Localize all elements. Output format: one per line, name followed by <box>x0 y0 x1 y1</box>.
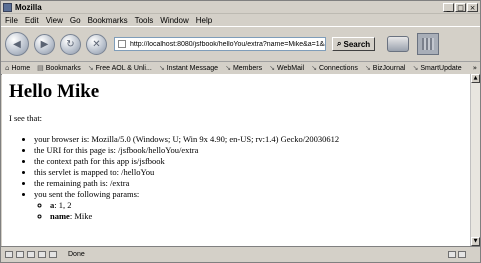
menu-bookmarks[interactable]: Bookmarks <box>88 16 128 25</box>
status-text: Done <box>68 251 85 258</box>
menu-view[interactable]: View <box>46 16 63 25</box>
status-indicators <box>448 251 468 258</box>
menu-edit[interactable]: Edit <box>25 16 39 25</box>
stop-icon: ✕ <box>92 38 101 50</box>
back-button[interactable]: ◀ <box>5 32 29 56</box>
params-list: a: 1, 2 name: Mike <box>34 200 470 222</box>
vertical-scrollbar[interactable]: ▲ ▼ <box>470 74 480 246</box>
reload-button[interactable]: ↻ <box>60 33 81 55</box>
bookmark-label: Members <box>232 64 263 72</box>
back-arrow-icon: ◀ <box>13 38 21 50</box>
url-input[interactable] <box>130 40 325 48</box>
link-icon: ↘ <box>364 64 371 72</box>
intro-text: I see that: <box>9 113 43 123</box>
page-icon <box>118 40 126 48</box>
list-item: this servlet is mapped to: /helloYou <box>34 167 470 178</box>
address-book-icon[interactable] <box>49 251 57 258</box>
minimize-button[interactable]: _ <box>443 2 454 12</box>
connection-icon <box>448 251 456 258</box>
title-bar: Mozilla _ □ × <box>1 1 480 14</box>
security-lock-icon[interactable] <box>458 251 466 258</box>
search-button[interactable]: ⌕ Search <box>332 37 376 51</box>
bookmark-members[interactable]: ↘ Members <box>225 64 262 72</box>
link-icon: ↘ <box>158 64 165 72</box>
maximize-button[interactable]: □ <box>455 2 466 12</box>
menu-help[interactable]: Help <box>196 16 212 25</box>
mozilla-icon <box>3 2 12 12</box>
bookmark-webmail[interactable]: ↘ WebMail <box>269 64 304 72</box>
list-item: the URI for this page is: /jsfbook/hello… <box>34 145 470 156</box>
bookmark-label: WebMail <box>277 64 305 72</box>
bookmark-label: Instant Message <box>166 64 219 72</box>
navigator-icon[interactable] <box>5 251 13 258</box>
list-item: the remaining path is: /extra <box>34 178 470 189</box>
close-button[interactable]: × <box>467 2 478 12</box>
chat-icon[interactable] <box>27 251 35 258</box>
composer-icon[interactable] <box>38 251 46 258</box>
navigation-toolbar: ◀ ▶ ↻ ✕ ⌕ Search <box>1 26 480 62</box>
menu-go[interactable]: Go <box>70 16 81 25</box>
list-item: your browser is: Mozilla/5.0 (Windows; U… <box>34 134 470 145</box>
bookmark-connections[interactable]: ↘ Connections <box>311 64 358 72</box>
bookmark-home[interactable]: ⌂ Home <box>5 64 30 72</box>
param-item: name: Mike <box>50 211 470 222</box>
forward-arrow-icon: ▶ <box>40 38 49 50</box>
bookmark-label: Free AOL & Unli... <box>95 64 152 72</box>
param-item: a: 1, 2 <box>50 200 470 211</box>
params-label: you sent the following params: <box>34 189 140 199</box>
link-icon: ↘ <box>311 64 317 72</box>
window-title: Mozilla <box>15 2 42 12</box>
menu-tools[interactable]: Tools <box>135 16 154 25</box>
bookmark-bizjournal[interactable]: ↘ BizJournal <box>365 64 406 72</box>
throbber-icon <box>417 33 440 55</box>
menu-bar: File Edit View Go Bookmarks Tools Window… <box>1 14 480 26</box>
scroll-down-arrow-icon[interactable]: ▼ <box>471 237 480 246</box>
page-content: Hello Mike I see that: your browser is: … <box>2 74 470 246</box>
menu-window[interactable]: Window <box>160 16 188 25</box>
bookmark-label: Connections <box>318 64 358 72</box>
bookmark-label: Bookmarks <box>45 64 81 72</box>
status-bar: Done <box>1 246 480 262</box>
stop-button[interactable]: ✕ <box>86 33 107 55</box>
bookmark-smartupdate[interactable]: ↘ SmartUpdate <box>412 64 461 72</box>
search-label: Search <box>343 39 371 49</box>
search-icon: ⌕ <box>337 39 342 48</box>
link-icon: ↘ <box>225 64 231 72</box>
address-bar <box>114 37 326 51</box>
reload-icon: ↻ <box>66 38 75 50</box>
param-value: : 1, 2 <box>54 200 72 210</box>
bookmark-free-aol[interactable]: ↘ Free AOL & Unli... <box>88 64 152 72</box>
list-item: the context path for this app is/jsfbook <box>34 156 470 167</box>
bookmark-bookmarks[interactable]: ▤ Bookmarks <box>37 64 81 72</box>
chevron-right-icon[interactable]: » <box>473 64 477 72</box>
info-list: your browser is: Mozilla/5.0 (Windows; U… <box>2 134 470 222</box>
print-icon[interactable] <box>387 36 410 52</box>
param-name: name <box>50 211 70 221</box>
link-icon: ↘ <box>269 64 275 72</box>
forward-button[interactable]: ▶ <box>34 33 55 55</box>
bookmark-label: SmartUpdate <box>420 64 462 72</box>
param-value: : Mike <box>69 211 93 221</box>
list-item-params: you sent the following params: a: 1, 2 n… <box>34 189 470 222</box>
link-icon: ↘ <box>87 64 94 72</box>
mail-icon[interactable] <box>16 251 24 258</box>
bookmark-label: Home <box>11 64 31 72</box>
bookmark-label: BizJournal <box>372 64 406 72</box>
bookmark-instant-message[interactable]: ↘ Instant Message <box>159 64 218 72</box>
scroll-up-arrow-icon[interactable]: ▲ <box>471 74 480 83</box>
browser-window: Mozilla _ □ × File Edit View Go Bookmark… <box>0 0 481 263</box>
home-icon: ⌂ <box>5 64 10 72</box>
link-icon: ↘ <box>412 64 419 72</box>
menu-file[interactable]: File <box>5 16 18 25</box>
bookmarks-icon: ▤ <box>37 64 44 72</box>
page-heading: Hello Mike <box>9 81 100 102</box>
